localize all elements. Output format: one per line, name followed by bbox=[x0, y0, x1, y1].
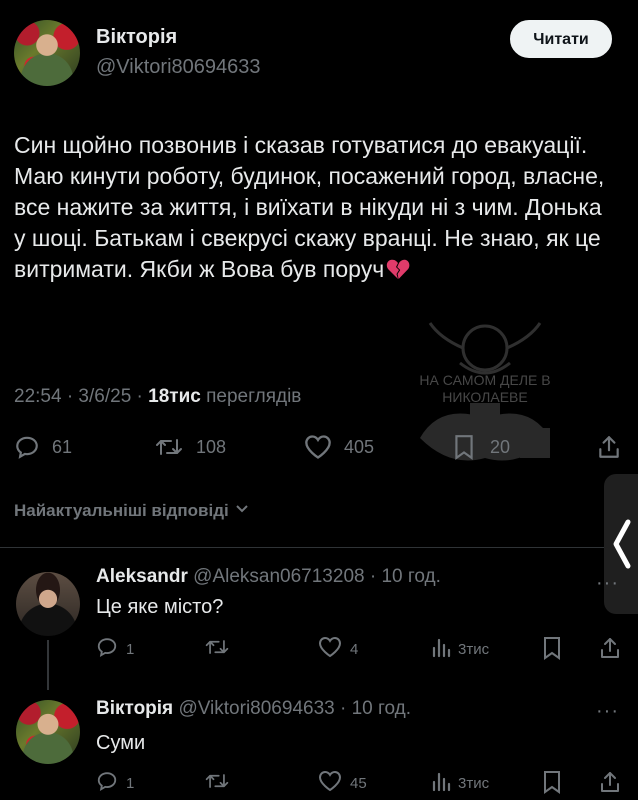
reply-2-text: Суми bbox=[96, 732, 146, 754]
reply-1-views-button[interactable]: 3тис bbox=[430, 636, 489, 662]
reply-2-views-button[interactable]: 3тис bbox=[430, 770, 489, 796]
views-label: переглядів bbox=[200, 386, 302, 407]
like-button[interactable]: 405 bbox=[304, 434, 374, 460]
replies-sort-label: Найактуальніші відповіді bbox=[14, 500, 229, 520]
author-handle[interactable]: @Viktori80694633 bbox=[96, 56, 261, 79]
reply-1-handle[interactable]: @Aleksan06713208 bbox=[193, 566, 364, 587]
reply-2-like-count: 45 bbox=[350, 774, 367, 792]
reply-2-bookmark-button[interactable] bbox=[542, 770, 562, 799]
bookmark-button[interactable]: 20 bbox=[452, 434, 510, 460]
reply-icon bbox=[14, 434, 40, 460]
share-icon bbox=[596, 434, 622, 460]
reply-count: 61 bbox=[52, 436, 73, 457]
like-count: 405 bbox=[344, 436, 375, 457]
watermark-line-2: НИКОЛАЕВЕ bbox=[442, 389, 528, 405]
repost-count: 108 bbox=[196, 436, 227, 457]
reply-icon bbox=[96, 636, 118, 662]
bookmark-icon bbox=[542, 771, 562, 798]
watermark-line-1: НА САМОМ ДЕЛЕ В bbox=[419, 372, 551, 388]
reply-1-share-button[interactable] bbox=[598, 636, 622, 665]
replies-divider bbox=[0, 547, 638, 548]
tweet-meta: 22:54 · 3/6/25 · 18тис переглядів bbox=[14, 386, 301, 408]
tweet-text-content: Син щойно позвонив і сказав готуватися д… bbox=[14, 132, 605, 282]
author-avatar[interactable] bbox=[14, 20, 80, 86]
reply-1-bookmark-button[interactable] bbox=[542, 636, 562, 665]
bookmark-icon bbox=[452, 434, 476, 460]
chevron-left-icon bbox=[610, 516, 634, 577]
reply-2-avatar[interactable] bbox=[16, 700, 80, 764]
reply-2-like-button[interactable]: 45 bbox=[318, 770, 367, 796]
bookmark-icon bbox=[542, 637, 562, 664]
reply-2-header: Вікторія @Viktori80694633 · 10 год. bbox=[96, 698, 411, 720]
reply-1-text: Це яке місто? bbox=[96, 596, 224, 618]
reply-1-author[interactable]: Aleksandr bbox=[96, 566, 188, 587]
reply-button[interactable]: 61 bbox=[14, 434, 72, 460]
follow-button[interactable]: Читати bbox=[510, 20, 612, 58]
reply-2-repost-button[interactable] bbox=[204, 770, 230, 797]
bookmark-count: 20 bbox=[490, 436, 511, 457]
reply-1-reply-count: 1 bbox=[126, 640, 135, 658]
reply-2-share-button[interactable] bbox=[598, 770, 622, 799]
reply-icon bbox=[96, 770, 118, 796]
reply-1-like-button[interactable]: 4 bbox=[318, 636, 358, 662]
share-icon bbox=[598, 772, 622, 798]
share-button[interactable] bbox=[596, 434, 622, 460]
reply-1-header: Aleksandr @Aleksan06713208 · 10 год. bbox=[96, 566, 441, 588]
chevron-down-icon bbox=[234, 500, 250, 521]
reply-1-reply-button[interactable]: 1 bbox=[96, 636, 134, 662]
replies-sort-dropdown[interactable]: Найактуальніші відповіді bbox=[14, 500, 250, 521]
author-name[interactable]: Вікторія bbox=[96, 26, 177, 49]
reply-2-author[interactable]: Вікторія bbox=[96, 698, 173, 719]
reply-1-like-count: 4 bbox=[350, 640, 359, 658]
reply-2-reply-count: 1 bbox=[126, 774, 135, 792]
reply-2-handle[interactable]: @Viktori80694633 bbox=[178, 698, 334, 719]
reply-1-more-icon[interactable]: ··· bbox=[596, 572, 619, 595]
heart-icon bbox=[318, 770, 342, 796]
reply-1-time: · 10 год. bbox=[364, 566, 441, 587]
heart-icon bbox=[318, 636, 342, 662]
thread-line bbox=[47, 640, 49, 690]
broken-heart-icon bbox=[386, 257, 410, 288]
reply-2-more-icon[interactable]: ··· bbox=[596, 700, 619, 723]
views-chart-icon bbox=[430, 770, 452, 796]
reply-1-avatar[interactable] bbox=[16, 572, 80, 636]
reply-1-repost-button[interactable] bbox=[204, 636, 230, 663]
tweet-text: Син щойно позвонив і сказав готуватися д… bbox=[14, 130, 614, 288]
repost-icon bbox=[154, 434, 184, 460]
views-chart-icon bbox=[430, 636, 452, 662]
tweet-time-date[interactable]: 22:54 · 3/6/25 · bbox=[14, 386, 148, 407]
reply-1-views-count: 3тис bbox=[458, 640, 490, 658]
views-count: 18тис bbox=[148, 386, 201, 407]
reply-2-views-count: 3тис bbox=[458, 774, 490, 792]
reply-2-time: · 10 год. bbox=[334, 698, 412, 719]
share-icon bbox=[598, 638, 622, 664]
repost-button[interactable]: 108 bbox=[154, 434, 226, 460]
heart-icon bbox=[304, 434, 332, 460]
repost-icon bbox=[204, 770, 230, 797]
repost-icon bbox=[204, 636, 230, 663]
reply-2-reply-button[interactable]: 1 bbox=[96, 770, 134, 796]
